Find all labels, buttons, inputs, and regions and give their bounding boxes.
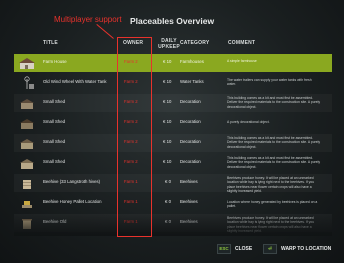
row-title: Beehive (33 Langstroth hives) [43,179,101,184]
row-category: Decoration [180,99,201,104]
row-upkeep: € 10 [163,159,172,164]
footer-bar: ESC CLOSE ⏎ WARP TO LOCATION [0,240,344,263]
table-row[interactable]: Farm House Farm 2 € 10 Farmhouses A simp… [14,54,332,72]
column-header-title[interactable]: TITLE [43,40,58,46]
row-comment: A simple farmhouse [227,59,257,63]
warp-to-location-button[interactable]: WARP TO LOCATION [281,246,331,252]
table-row[interactable]: Small Shed Farm 2 € 10 Decoration This b… [14,134,332,152]
table-row[interactable]: Beehive Honey Pallet Location Farm 1 € 0… [14,194,332,212]
shed-thumbnail [20,139,34,149]
placeables-overview-screen: Multiplayer support Placeables Overview … [0,0,344,263]
row-upkeep: € 0 [165,199,171,204]
row-owner: Farm 2 [124,59,138,64]
row-category: Decoration [180,139,201,144]
row-title: Small Shed [43,119,65,124]
row-title: Old Wind Wheel With Water Tank [43,79,107,84]
row-title: Farm House [43,59,67,64]
row-upkeep: € 10 [163,119,172,124]
row-owner: Farm 1 [124,179,138,184]
row-owner: Farm 2 [124,159,138,164]
column-header-upkeep[interactable]: DAILY UPKEEP [157,38,181,50]
pallet-location-thumbnail [22,201,32,208]
row-owner: Farm 2 [124,139,138,144]
farmhouse-thumbnail [19,58,35,69]
row-comment: Beehives produce honey. It will be place… [227,176,315,193]
row-title: Beehive Honey Pallet Location [43,199,102,204]
table-row[interactable]: Small Shed Farm 2 € 10 Decoration A pure… [14,114,332,132]
row-title: Small Shed [43,99,65,104]
row-upkeep: € 0 [165,179,171,184]
row-category: Beehives [180,179,198,184]
row-category: Water Tanks [180,79,204,84]
row-title: Small Shed [43,139,65,144]
row-comment: This building comes as a kit and must fi… [227,96,321,109]
wind-wheel-thumbnail [24,76,34,89]
table-row[interactable]: Small Shed Farm 2 € 10 Decoration This b… [14,154,332,172]
placeables-list[interactable]: Farm House Farm 2 € 10 Farmhouses A simp… [14,54,332,234]
row-upkeep: € 10 [163,139,172,144]
row-comment: Location where honey generated by beehiv… [227,200,318,209]
shed-thumbnail [20,99,34,109]
shed-thumbnail [20,159,34,169]
row-owner: Farm 2 [124,79,138,84]
shed-thumbnail [20,119,34,129]
row-owner: Farm 2 [124,99,138,104]
row-upkeep: € 10 [163,59,172,64]
page-title: Placeables Overview [129,16,215,26]
column-header-comment[interactable]: COMMENT [228,40,255,46]
upkeep-header-line2: UPKEEP [158,44,180,50]
esc-key-icon[interactable]: ESC [217,244,231,254]
row-comment: The water trailers can supply your water… [227,78,312,87]
enter-key-icon[interactable]: ⏎ [263,244,277,254]
row-category: Decoration [180,159,201,164]
row-comment: This building comes as a kit and must fi… [227,156,321,169]
column-header-owner[interactable]: OWNER [123,40,143,46]
list-fade-overlay [14,214,332,236]
row-title: Small Shed [43,159,65,164]
annotation-arrow [96,24,114,39]
table-row[interactable]: Beehive (33 Langstroth hives) Farm 1 € 0… [14,174,332,193]
table-row[interactable]: Old Wind Wheel With Water Tank Farm 2 € … [14,74,332,92]
row-comment: This building comes as a kit and must fi… [227,136,321,149]
close-button[interactable]: CLOSE [235,246,252,252]
beehive-thumbnail [23,180,31,189]
row-owner: Farm 1 [124,199,138,204]
row-category: Beehives [180,199,198,204]
row-owner: Farm 2 [124,119,138,124]
table-row[interactable]: Small Shed Farm 2 € 10 Decoration This b… [14,94,332,112]
row-category: Decoration [180,119,201,124]
row-category: Farmhouses [180,59,204,64]
column-header-category[interactable]: CATEGORY [180,40,209,46]
row-upkeep: € 10 [163,99,172,104]
row-comment: A purely decorational object. [227,120,270,124]
row-upkeep: € 10 [163,79,172,84]
